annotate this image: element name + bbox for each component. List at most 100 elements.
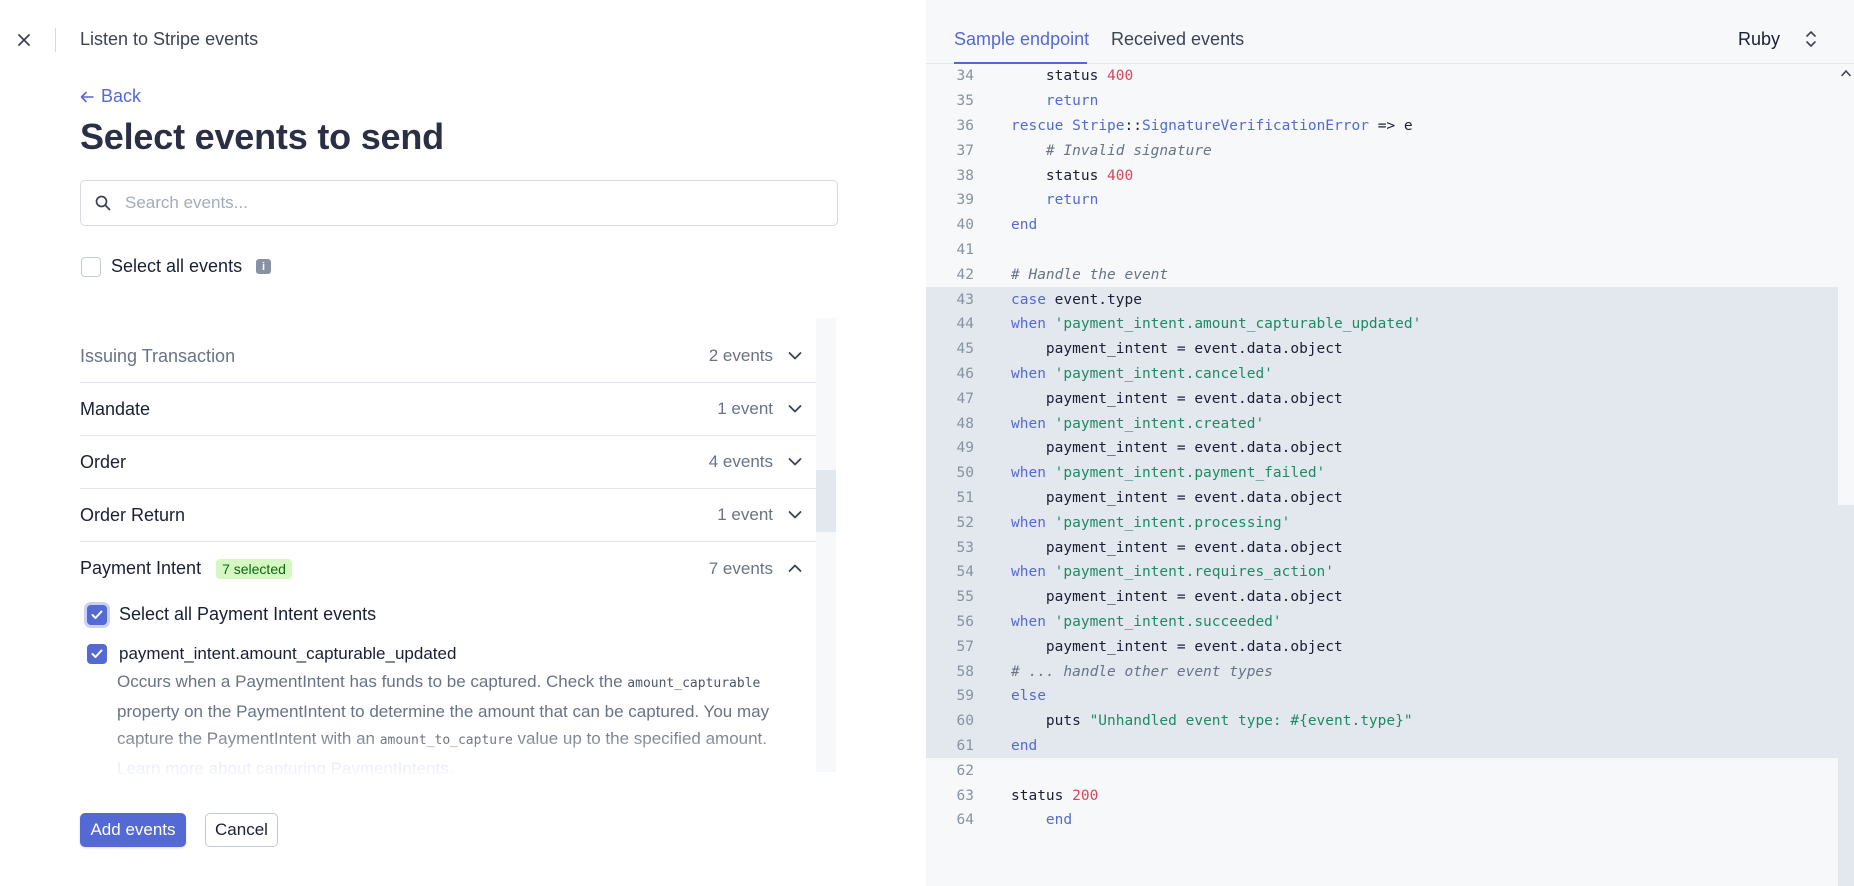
code-sample-panel: Sample endpoint Received events Ruby 34 …: [926, 0, 1854, 886]
line-number: 54: [956, 564, 974, 581]
code-text: payment_intent = event.data.object: [1011, 341, 1343, 358]
code-line: 52 when 'payment_intent.processing': [926, 510, 1838, 536]
code-scrollbar-thumb[interactable]: [1838, 505, 1854, 886]
line-number: 41: [956, 241, 974, 258]
language-select[interactable]: Ruby: [1738, 29, 1780, 50]
page-title: Select events to send: [80, 116, 444, 157]
code-text: puts "Unhandled event type: #{event.type…: [1011, 713, 1413, 730]
code-line: 46 when 'payment_intent.canceled': [926, 361, 1838, 387]
line-number: 50: [956, 465, 974, 482]
code-line: 49 payment_intent = event.data.object: [926, 436, 1838, 461]
info-icon[interactable]: i: [256, 259, 272, 274]
search-box[interactable]: [80, 180, 838, 226]
chevron-up-icon[interactable]: [786, 559, 804, 577]
code-line: 35 return: [926, 89, 1838, 114]
chevron-down-icon[interactable]: [786, 347, 804, 365]
line-number: 53: [956, 539, 974, 556]
event-item-amount-capturable-updated[interactable]: payment_intent.amount_capturable_updated: [87, 644, 456, 664]
event-group-count: 1 event: [717, 505, 773, 524]
line-number: 43: [956, 291, 974, 308]
cancel-button[interactable]: Cancel: [205, 813, 278, 847]
desc-text: value up to the specified amount.: [512, 729, 768, 748]
chevron-down-icon[interactable]: [786, 506, 804, 524]
code-text: return: [1045, 192, 1099, 209]
desc-code: amount_capturable: [627, 676, 761, 691]
event-checkbox[interactable]: [87, 644, 107, 664]
tab-received-events[interactable]: Received events: [1111, 29, 1244, 50]
select-all-payment-intent-label: Select all Payment Intent events: [119, 604, 377, 624]
search-input[interactable]: [125, 193, 805, 213]
scroll-up-icon[interactable]: [1838, 66, 1854, 80]
code-line: 55 payment_intent = event.data.object: [926, 584, 1838, 610]
event-group-name: Order: [80, 451, 127, 472]
add-events-button[interactable]: Add events: [80, 813, 186, 847]
chevron-down-icon[interactable]: [786, 453, 804, 471]
event-group-name: Order Return: [80, 504, 186, 525]
code-line: 51 payment_intent = event.data.object: [926, 485, 1838, 511]
code-text: rescue Stripe::SignatureVerificationErro…: [1011, 117, 1413, 134]
code-text: payment_intent = event.data.object: [1011, 489, 1343, 506]
code-line: 48 when 'payment_intent.created': [926, 411, 1838, 436]
checkmark-icon: [91, 610, 103, 619]
code-line: 41: [926, 238, 1838, 263]
line-number: 47: [956, 390, 974, 407]
select-all-payment-intent-checkbox[interactable]: [87, 604, 107, 625]
panel-title: Listen to Stripe events: [80, 29, 259, 49]
code-text: # Handle the event: [1011, 266, 1169, 283]
arrow-left-icon: [80, 91, 94, 102]
code-text: payment_intent = event.data.object: [1011, 589, 1343, 606]
select-all-checkbox[interactable]: [81, 256, 101, 277]
list-scrollbar-thumb[interactable]: [816, 470, 836, 532]
tab-sample-endpoint[interactable]: Sample endpoint: [954, 29, 1089, 50]
code-line: 42 # Handle the event: [926, 262, 1838, 287]
event-group-mandate[interactable]: Mandate 1 event: [80, 383, 816, 436]
close-icon[interactable]: [12, 28, 36, 52]
select-all-payment-intent-row[interactable]: Select all Payment Intent events: [87, 604, 376, 625]
code-line: 50 when 'payment_intent.payment_failed': [926, 460, 1838, 486]
desc-code: amount_to_capture: [379, 733, 513, 748]
line-number: 36: [956, 117, 974, 134]
code-line: 60 puts "Unhandled event type: #{event.t…: [926, 708, 1838, 734]
code-tabs: Sample endpoint Received events Ruby: [926, 0, 1854, 64]
event-group-count: 1 event: [717, 399, 773, 418]
event-group-order-return[interactable]: Order Return 1 event: [80, 489, 816, 542]
event-group-issuing-transaction[interactable]: Issuing Transaction 2 events: [80, 330, 816, 383]
code-text: when 'payment_intent.amount_capturable_u…: [1011, 316, 1422, 333]
event-selection-panel: Listen to Stripe events Back Select even…: [0, 0, 925, 886]
panel-header: Listen to Stripe events: [0, 0, 925, 78]
back-label: Back: [101, 86, 142, 106]
list-scrollbar[interactable]: [816, 318, 836, 772]
event-group-payment-intent[interactable]: Payment Intent 7 selected 7 events: [80, 542, 816, 595]
line-number: 34: [956, 68, 974, 85]
desc-text: Occurs when a PaymentIntent has funds to…: [117, 672, 628, 691]
chevron-down-icon[interactable]: [786, 400, 804, 418]
code-text: when 'payment_intent.requires_action': [1011, 564, 1335, 581]
code-line: 45 payment_intent = event.data.object: [926, 336, 1838, 362]
line-number: 42: [956, 266, 974, 283]
back-link[interactable]: Back: [79, 86, 141, 107]
line-number: 64: [956, 812, 974, 829]
code-line: 44 when 'payment_intent.amount_capturable…: [926, 312, 1838, 337]
select-all-events-row[interactable]: Select all events i: [81, 256, 272, 277]
line-number: 35: [956, 93, 974, 110]
code-text: payment_intent = event.data.object: [1011, 539, 1343, 556]
code-text: status 400: [1011, 167, 1134, 184]
line-number: 46: [956, 365, 974, 382]
line-number: 58: [956, 663, 974, 680]
code-text: # Invalid signature: [1045, 142, 1212, 159]
code-line: 63 status 200: [926, 783, 1838, 808]
event-group-name: Mandate: [80, 398, 151, 419]
chevron-updown-icon[interactable]: [1804, 28, 1818, 50]
code-line: 47 payment_intent = event.data.object: [926, 386, 1838, 412]
event-group-order[interactable]: Order 4 events: [80, 436, 816, 489]
line-number: 37: [956, 142, 974, 159]
learn-more-link[interactable]: Learn more about capturing PaymentIntent…: [117, 759, 453, 776]
code-text: when 'payment_intent.created': [1011, 415, 1265, 432]
line-number: 57: [956, 638, 974, 655]
search-icon: [95, 195, 111, 211]
header-divider: [55, 28, 56, 52]
select-all-label: Select all events: [111, 256, 243, 276]
code-line: 34 status 400: [926, 64, 1838, 89]
event-item-name: payment_intent.amount_capturable_updated: [119, 644, 457, 663]
code-text: payment_intent = event.data.object: [1011, 638, 1343, 655]
